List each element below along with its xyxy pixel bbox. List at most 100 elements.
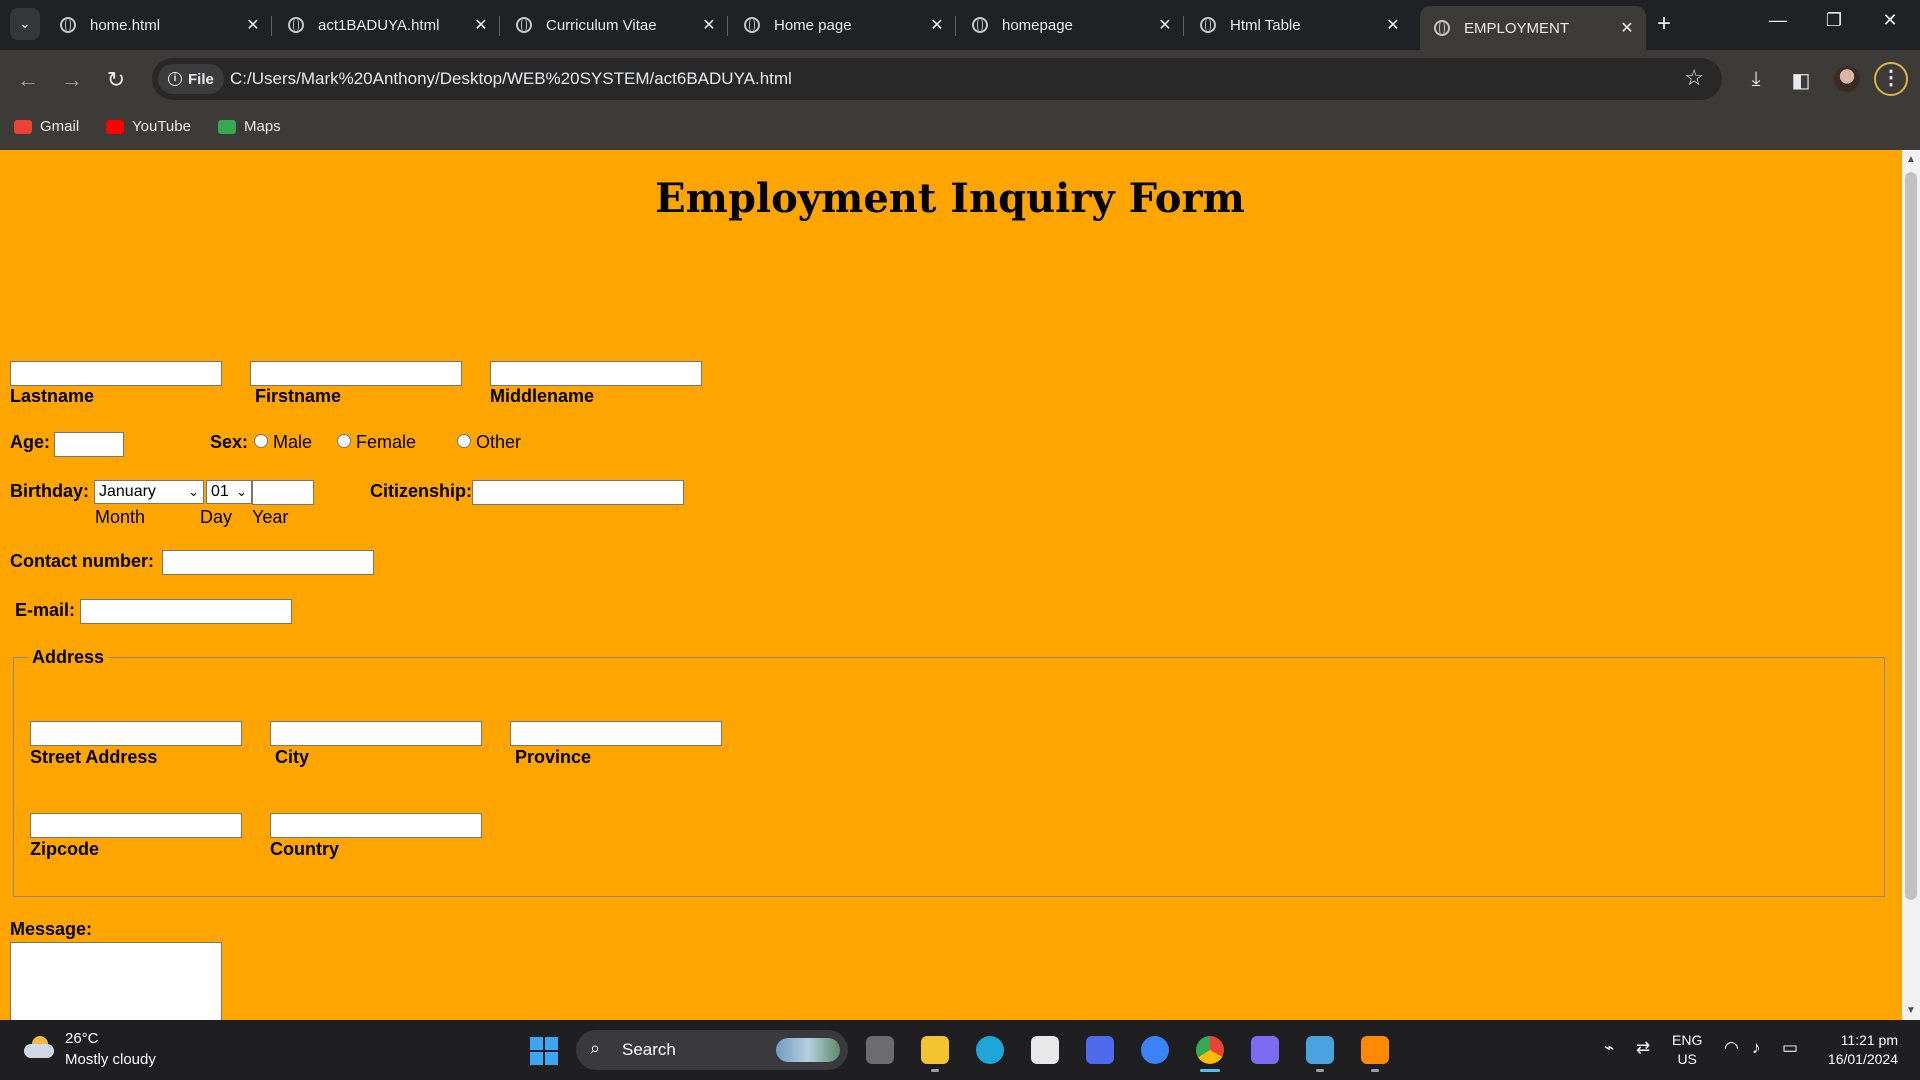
language-code: ENG	[1672, 1032, 1703, 1048]
bookmark-gmail[interactable]: Gmail	[14, 118, 79, 135]
tab-homepage[interactable]: homepage ✕	[958, 6, 1184, 44]
bookmark-star-icon[interactable]: ☆	[1684, 65, 1704, 91]
browser-menu-button[interactable]: ⋮	[1874, 62, 1908, 96]
close-icon[interactable]: ✕	[242, 15, 264, 35]
birth-month-select[interactable]: January ⌄	[94, 480, 204, 504]
weather-cloudy-icon[interactable]	[24, 1036, 54, 1058]
province-input[interactable]	[510, 721, 722, 746]
country-input[interactable]	[270, 813, 482, 838]
email-input[interactable]	[80, 599, 292, 624]
globe-icon	[516, 17, 532, 33]
page-scrollbar[interactable]: ▲ ▼	[1902, 150, 1920, 1020]
age-label: Age:	[10, 432, 50, 452]
tab-title: EMPLOYMENT	[1464, 19, 1570, 37]
profile-avatar[interactable]	[1834, 66, 1860, 92]
message-label: Message:	[10, 919, 93, 939]
task-view-app[interactable]	[862, 1032, 898, 1068]
street-address-input[interactable]	[30, 721, 242, 746]
tab-act1baduya[interactable]: act1BADUYA.html ✕	[274, 6, 500, 44]
close-icon[interactable]: ✕	[1382, 15, 1404, 35]
file-explorer-app[interactable]	[917, 1032, 953, 1072]
store-app[interactable]	[1027, 1032, 1063, 1068]
sex-female-radio[interactable]	[337, 434, 351, 448]
address-bar[interactable]: i File C:/Users/Mark%20Anthony/Desktop/W…	[152, 58, 1722, 100]
copilot-app[interactable]	[1247, 1032, 1283, 1068]
close-icon[interactable]: ✕	[698, 15, 720, 35]
close-icon[interactable]: ✕	[470, 15, 492, 35]
close-icon[interactable]: ✕	[1154, 15, 1176, 35]
edge-app[interactable]	[972, 1032, 1008, 1068]
tab-search-button[interactable]: ⌄	[10, 8, 40, 40]
minimize-button[interactable]: —	[1758, 10, 1798, 31]
close-window-button[interactable]: ✕	[1870, 10, 1910, 31]
firstname-label: Firstname	[255, 386, 342, 406]
notepad-app[interactable]	[1302, 1032, 1338, 1072]
url-text[interactable]: C:/Users/Mark%20Anthony/Desktop/WEB%20SY…	[230, 69, 792, 89]
birth-year-input[interactable]	[252, 480, 314, 505]
tab-home-html[interactable]: home.html ✕	[46, 6, 272, 44]
email-label: E-mail:	[15, 600, 76, 620]
globe-icon	[288, 17, 304, 33]
zipcode-input[interactable]	[30, 813, 242, 838]
system-clock[interactable]: 11:21 pm 16/01/2024	[1818, 1031, 1898, 1069]
tab-employment[interactable]: EMPLOYMENT ✕	[1420, 6, 1646, 50]
contact-number-label: Contact number:	[10, 551, 154, 571]
close-icon[interactable]: ✕	[1616, 18, 1638, 38]
scroll-up-icon[interactable]: ▲	[1906, 154, 1916, 165]
site-info-chip[interactable]: i File	[158, 64, 224, 94]
weather-temperature[interactable]: 26°C	[65, 1030, 99, 1047]
reload-button[interactable]: ↻	[102, 66, 130, 94]
globe-icon	[60, 17, 76, 33]
wifi-icon[interactable]: ◠	[1724, 1038, 1739, 1058]
lastname-input[interactable]	[10, 361, 222, 386]
taskbar-search[interactable]: ⌕ Search	[576, 1030, 848, 1070]
firstname-input[interactable]	[250, 361, 462, 386]
zipcode-label: Zipcode	[30, 839, 100, 859]
gmail-icon	[14, 119, 32, 134]
sex-male-radio[interactable]	[254, 434, 268, 448]
citizenship-input[interactable]	[472, 480, 684, 505]
birth-day-select[interactable]: 01 ⌄	[206, 480, 252, 504]
sublime-text-app[interactable]	[1357, 1032, 1393, 1072]
page-title: Employment Inquiry Form	[655, 175, 1245, 222]
chrome-app[interactable]	[1192, 1032, 1228, 1072]
tab-curriculum-vitae[interactable]: Curriculum Vitae ✕	[502, 6, 728, 44]
birth-day-sublabel: Day	[200, 507, 233, 527]
input-language[interactable]: ENG US	[1672, 1031, 1702, 1069]
side-panel-icon[interactable]: ◧	[1787, 68, 1815, 93]
bookmark-youtube[interactable]: YouTube	[106, 118, 191, 135]
tab-title: homepage	[1002, 16, 1073, 34]
chat-app[interactable]	[1137, 1032, 1173, 1068]
globe-icon	[1200, 17, 1216, 33]
restore-button[interactable]: ❐	[1814, 10, 1854, 31]
sex-female-label: Female	[356, 432, 417, 452]
scrollbar-thumb[interactable]	[1905, 172, 1917, 900]
tab-home-page[interactable]: Home page ✕	[730, 6, 956, 44]
browser-toolbar: ← → ↻ i File C:/Users/Mark%20Anthony/Des…	[0, 50, 1920, 108]
tab-html-table[interactable]: Html Table ✕	[1186, 6, 1412, 44]
network-switch-icon[interactable]: ⇄	[1636, 1038, 1650, 1058]
weather-condition[interactable]: Mostly cloudy	[65, 1051, 156, 1068]
middlename-input[interactable]	[490, 361, 702, 386]
back-button[interactable]: ←	[14, 66, 42, 94]
message-textarea[interactable]	[10, 942, 222, 1020]
volume-icon[interactable]: ♪	[1752, 1038, 1761, 1058]
lastname-label: Lastname	[10, 386, 95, 406]
scroll-down-icon[interactable]: ▼	[1906, 1005, 1916, 1016]
bookmark-maps[interactable]: Maps	[218, 118, 281, 135]
mail-app[interactable]	[1082, 1032, 1118, 1068]
meet-icon[interactable]: ⌁	[1604, 1038, 1614, 1058]
contact-number-input[interactable]	[162, 550, 374, 575]
windows-start-icon[interactable]	[530, 1037, 558, 1065]
age-input[interactable]	[54, 432, 124, 457]
minimize-icon: —	[1769, 10, 1787, 30]
new-tab-button[interactable]: +	[1650, 10, 1678, 38]
forward-button[interactable]: →	[58, 66, 86, 94]
clock-date: 16/01/2024	[1827, 1051, 1898, 1067]
sex-other-radio[interactable]	[457, 434, 471, 448]
city-input[interactable]	[270, 721, 482, 746]
download-icon[interactable]: ⤓	[1742, 68, 1770, 91]
search-highlight-image	[776, 1038, 840, 1062]
battery-icon[interactable]: ▭	[1782, 1038, 1798, 1058]
close-icon[interactable]: ✕	[926, 15, 948, 35]
